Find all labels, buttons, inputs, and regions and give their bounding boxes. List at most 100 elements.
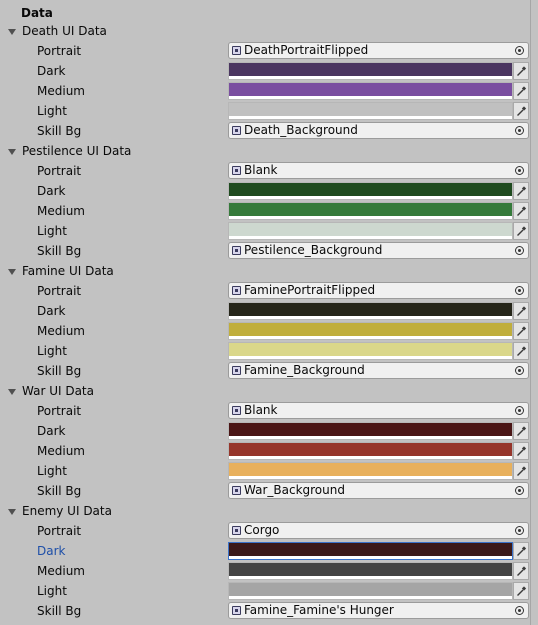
scrollbar-track[interactable] xyxy=(530,0,531,625)
pestilence-medium-color-field[interactable] xyxy=(228,202,513,220)
war-portrait-object-field[interactable]: Blank xyxy=(228,402,529,419)
object-picker-icon[interactable] xyxy=(510,123,528,138)
eyedropper-icon[interactable] xyxy=(513,442,529,460)
object-picker-icon[interactable] xyxy=(510,243,528,258)
object-field-value: DeathPortraitFlipped xyxy=(244,43,369,57)
famine-light-color-field[interactable] xyxy=(228,342,513,360)
eyedropper-icon[interactable] xyxy=(513,542,529,560)
foldout-arrow-icon xyxy=(8,28,16,35)
famine-portrait-object-field[interactable]: FaminePortraitFlipped xyxy=(228,282,529,299)
foldout-arrow-icon xyxy=(8,388,16,395)
eyedropper-icon[interactable] xyxy=(513,82,529,100)
pestilence-skill-bg-object-field[interactable]: Pestilence_Background xyxy=(228,242,529,259)
field-label-portrait: Portrait xyxy=(37,524,82,538)
war-dark-color-field[interactable] xyxy=(228,422,513,440)
enemy-medium-color-field[interactable] xyxy=(228,562,513,580)
eyedropper-icon[interactable] xyxy=(513,582,529,600)
alpha-bar xyxy=(229,356,512,359)
eyedropper-icon[interactable] xyxy=(513,302,529,320)
sprite-asset-icon xyxy=(232,526,241,535)
pestilence-light-color-field[interactable] xyxy=(228,222,513,240)
enemy-skill-bg-object-field[interactable]: Famine_Famine's Hunger xyxy=(228,602,529,619)
death-dark-color-field[interactable] xyxy=(228,62,513,80)
enemy-dark-color-field[interactable] xyxy=(228,542,513,560)
war-skill-bg-object-field[interactable]: War_Background xyxy=(228,482,529,499)
color-swatch xyxy=(229,323,512,336)
eyedropper-icon[interactable] xyxy=(513,462,529,480)
eyedropper-icon[interactable] xyxy=(513,62,529,80)
field-label-skill-bg: Skill Bg xyxy=(37,124,82,138)
object-picker-icon[interactable] xyxy=(510,403,528,418)
object-picker-icon[interactable] xyxy=(510,603,528,618)
sprite-asset-icon xyxy=(232,486,241,495)
field-label-medium: Medium xyxy=(37,204,85,218)
object-picker-icon[interactable] xyxy=(510,483,528,498)
object-field-value: War_Background xyxy=(244,483,345,497)
color-swatch xyxy=(229,103,512,116)
enemy-light-color-field[interactable] xyxy=(228,582,513,600)
eyedropper-icon[interactable] xyxy=(513,342,529,360)
field-label-light: Light xyxy=(37,224,67,238)
object-picker-icon[interactable] xyxy=(510,163,528,178)
field-label-medium: Medium xyxy=(37,324,85,338)
object-field-value: Blank xyxy=(244,163,278,177)
eyedropper-icon[interactable] xyxy=(513,422,529,440)
object-picker-icon[interactable] xyxy=(510,363,528,378)
color-swatch xyxy=(229,543,512,556)
eyedropper-icon[interactable] xyxy=(513,202,529,220)
eyedropper-icon[interactable] xyxy=(513,562,529,580)
color-swatch xyxy=(229,223,512,236)
color-swatch xyxy=(229,183,512,196)
death-medium-color-field[interactable] xyxy=(228,82,513,100)
sprite-asset-icon xyxy=(232,246,241,255)
foldout-arrow-icon xyxy=(8,508,16,515)
foldout-pestilence[interactable]: Pestilence UI Data xyxy=(8,141,131,161)
field-label-skill-bg: Skill Bg xyxy=(37,484,82,498)
field-label-skill-bg: Skill Bg xyxy=(37,364,82,378)
alpha-bar xyxy=(229,576,512,579)
alpha-bar xyxy=(229,596,512,599)
death-portrait-object-field[interactable]: DeathPortraitFlipped xyxy=(228,42,529,59)
object-field-value: Corgo xyxy=(244,523,280,537)
pestilence-dark-color-field[interactable] xyxy=(228,182,513,200)
object-picker-icon[interactable] xyxy=(510,523,528,538)
enemy-portrait-object-field[interactable]: Corgo xyxy=(228,522,529,539)
eyedropper-icon[interactable] xyxy=(513,322,529,340)
eyedropper-icon[interactable] xyxy=(513,222,529,240)
field-label-portrait: Portrait xyxy=(37,164,82,178)
field-label-dark: Dark xyxy=(37,64,66,78)
war-light-color-field[interactable] xyxy=(228,462,513,480)
pestilence-portrait-object-field[interactable]: Blank xyxy=(228,162,529,179)
field-label-skill-bg: Skill Bg xyxy=(37,604,82,618)
color-swatch xyxy=(229,583,512,596)
death-skill-bg-object-field[interactable]: Death_Background xyxy=(228,122,529,139)
object-picker-icon[interactable] xyxy=(510,43,528,58)
famine-medium-color-field[interactable] xyxy=(228,322,513,340)
color-swatch xyxy=(229,303,512,316)
eyedropper-icon[interactable] xyxy=(513,102,529,120)
foldout-arrow-icon xyxy=(8,268,16,275)
sprite-asset-icon xyxy=(232,406,241,415)
war-medium-color-field[interactable] xyxy=(228,442,513,460)
alpha-bar xyxy=(229,336,512,339)
field-label-dark: Dark xyxy=(37,544,66,558)
famine-dark-color-field[interactable] xyxy=(228,302,513,320)
alpha-bar xyxy=(229,476,512,479)
alpha-bar xyxy=(229,96,512,99)
color-swatch xyxy=(229,423,512,436)
field-label-dark: Dark xyxy=(37,304,66,318)
foldout-famine[interactable]: Famine UI Data xyxy=(8,261,114,281)
foldout-label: Pestilence UI Data xyxy=(22,144,132,158)
alpha-bar xyxy=(229,196,512,199)
eyedropper-icon[interactable] xyxy=(513,182,529,200)
foldout-war[interactable]: War UI Data xyxy=(8,381,94,401)
object-picker-icon[interactable] xyxy=(510,283,528,298)
foldout-enemy[interactable]: Enemy UI Data xyxy=(8,501,112,521)
foldout-death[interactable]: Death UI Data xyxy=(8,21,107,41)
field-label-skill-bg: Skill Bg xyxy=(37,244,82,258)
death-light-color-field[interactable] xyxy=(228,102,513,120)
foldout-label: Death UI Data xyxy=(22,24,107,38)
famine-skill-bg-object-field[interactable]: Famine_Background xyxy=(228,362,529,379)
sprite-asset-icon xyxy=(232,166,241,175)
color-swatch xyxy=(229,443,512,456)
